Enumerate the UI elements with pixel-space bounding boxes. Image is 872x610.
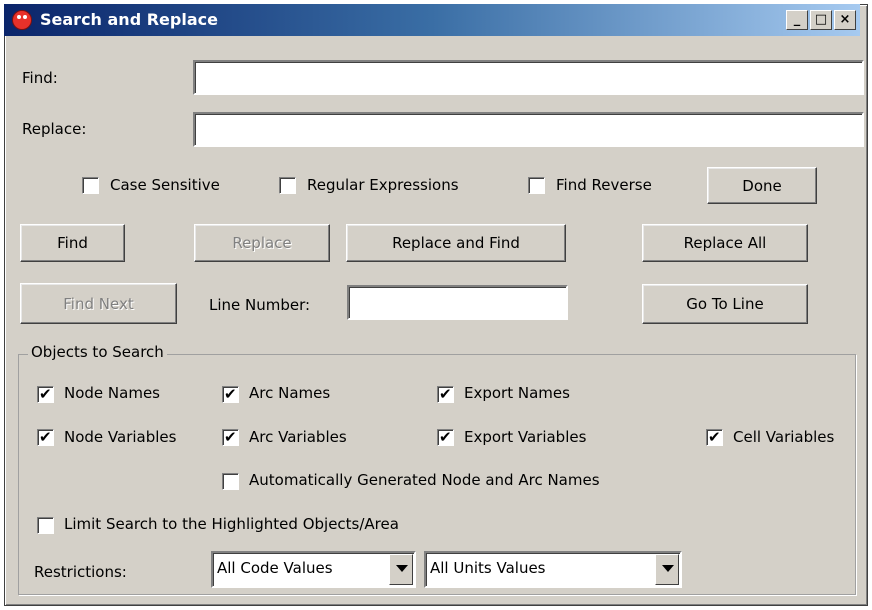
node-variables-label: Node Variables (64, 428, 177, 446)
restrictions-label: Restrictions: (34, 563, 127, 581)
window-title: Search and Replace (40, 10, 218, 29)
limit-highlighted-label: Limit Search to the Highlighted Objects/… (64, 515, 399, 533)
replace-input[interactable] (193, 112, 864, 147)
replace-and-find-button[interactable]: Replace and Find (346, 224, 566, 262)
replace-button[interactable]: Replace (194, 224, 330, 262)
export-variables-checkbox[interactable] (437, 428, 454, 446)
replace-all-button[interactable]: Replace All (642, 224, 808, 262)
find-reverse-checkbox[interactable] (528, 177, 545, 194)
cell-variables-checkbox[interactable] (706, 428, 723, 446)
arc-variables-label: Arc Variables (249, 428, 347, 446)
regular-expressions-label: Regular Expressions (307, 176, 459, 194)
node-names-label: Node Names (64, 384, 160, 402)
cell-variables-label: Cell Variables (733, 428, 835, 446)
case-sensitive-checkbox[interactable] (82, 177, 99, 194)
done-button[interactable]: Done (707, 167, 817, 204)
code-values-dropdown[interactable]: All Code Values (211, 551, 416, 588)
replace-label: Replace: (22, 120, 87, 138)
app-icon (12, 10, 32, 30)
auto-generated-names-label: Automatically Generated Node and Arc Nam… (249, 471, 600, 489)
find-input[interactable] (193, 60, 864, 95)
units-values-dropdown[interactable]: All Units Values (424, 551, 682, 588)
objects-to-search-title: Objects to Search (28, 343, 167, 361)
find-label: Find: (22, 69, 58, 87)
regular-expressions-checkbox[interactable] (279, 177, 296, 194)
chevron-down-icon[interactable] (389, 554, 413, 585)
arc-names-label: Arc Names (249, 384, 331, 402)
export-names-checkbox[interactable] (437, 385, 454, 403)
maximize-button[interactable]: □ (810, 10, 832, 30)
code-values-selected: All Code Values (217, 559, 333, 577)
limit-highlighted-checkbox[interactable] (37, 517, 54, 534)
export-variables-label: Export Variables (464, 428, 587, 446)
auto-generated-names-checkbox[interactable] (222, 473, 239, 490)
units-values-selected: All Units Values (430, 559, 546, 577)
line-number-label: Line Number: (209, 296, 311, 314)
find-next-button[interactable]: Find Next (20, 283, 177, 324)
find-button[interactable]: Find (20, 224, 125, 262)
go-to-line-button[interactable]: Go To Line (642, 284, 808, 324)
case-sensitive-label: Case Sensitive (110, 176, 220, 194)
title-bar[interactable]: Search and Replace _ □ × (4, 4, 860, 36)
arc-names-checkbox[interactable] (222, 385, 239, 403)
find-reverse-label: Find Reverse (556, 176, 652, 194)
arc-variables-checkbox[interactable] (222, 428, 239, 446)
chevron-down-icon[interactable] (655, 554, 679, 585)
export-names-label: Export Names (464, 384, 570, 402)
node-names-checkbox[interactable] (37, 385, 54, 403)
close-button[interactable]: × (834, 10, 856, 30)
node-variables-checkbox[interactable] (37, 428, 54, 446)
minimize-button[interactable]: _ (786, 10, 808, 30)
line-number-input[interactable] (347, 285, 568, 320)
